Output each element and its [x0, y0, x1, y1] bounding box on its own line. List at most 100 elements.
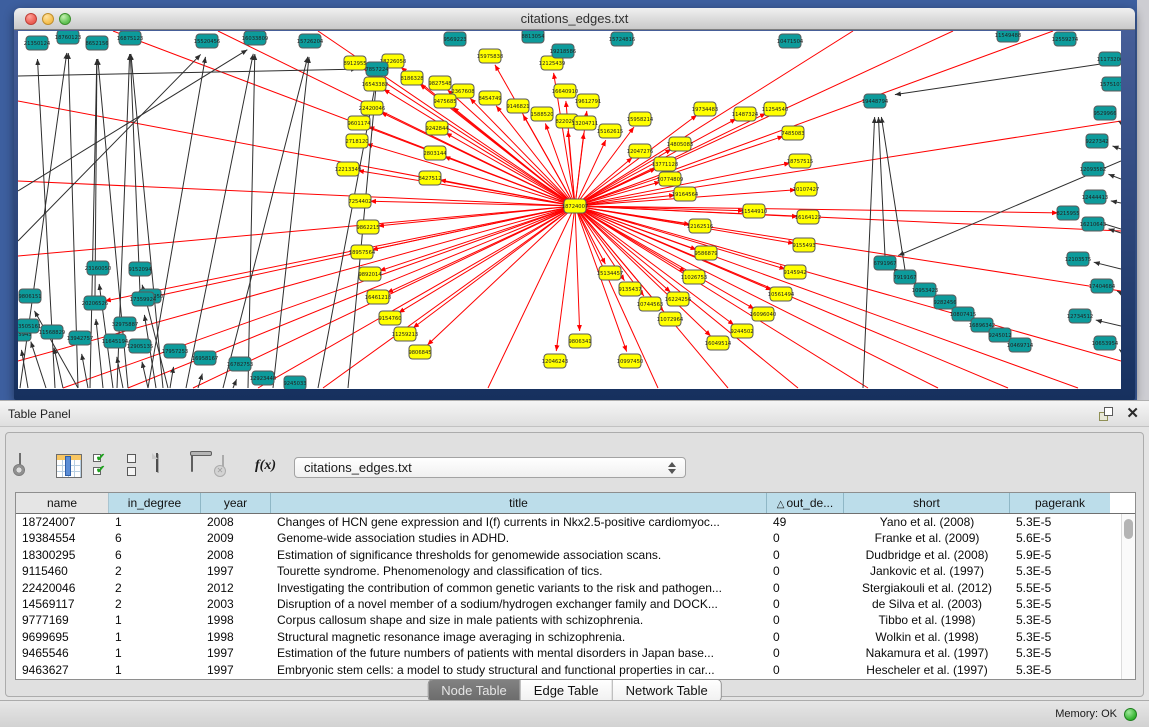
network-node[interactable]: 16096040	[750, 307, 776, 321]
network-node[interactable]: 18724007	[562, 199, 588, 213]
network-node[interactable]: 15134457	[597, 266, 623, 280]
tab-edge-table[interactable]: Edge Table	[520, 680, 612, 701]
network-node[interactable]: 18957564	[349, 245, 376, 259]
new-document-icon[interactable]	[156, 453, 158, 472]
network-node[interactable]: 9827548	[428, 76, 451, 90]
table-row[interactable]: 1872400712008Changes of HCN gene express…	[16, 514, 1121, 530]
network-node[interactable]: 15520456	[194, 34, 220, 48]
network-node[interactable]: 32975887	[112, 317, 138, 331]
network-node[interactable]: 16049514	[705, 336, 732, 350]
network-node[interactable]: 11549488	[995, 31, 1021, 42]
table-settings-icon[interactable]	[19, 454, 21, 472]
table-row[interactable]: 1938455462009Genome-wide association stu…	[16, 530, 1121, 546]
trash-icon[interactable]	[191, 453, 193, 472]
network-node[interactable]: 12923448	[250, 371, 276, 385]
table-column-icon[interactable]	[56, 454, 82, 478]
network-node[interactable]: 23160050	[85, 261, 111, 275]
network-node[interactable]: 12047276	[627, 144, 653, 158]
network-node[interactable]: 13505161	[18, 319, 41, 333]
network-node[interactable]: 11026753	[681, 270, 707, 284]
table-row[interactable]: 1456911722003Disruption of a novel membe…	[16, 596, 1121, 612]
network-node[interactable]: 11259213	[392, 327, 418, 341]
function-icon[interactable]: f(x)	[255, 458, 276, 474]
network-node[interactable]: 16210643	[1080, 217, 1106, 231]
network-node[interactable]: 9806845	[408, 345, 431, 359]
network-node[interactable]: 12905135	[127, 339, 153, 353]
network-node[interactable]: 13942757	[67, 331, 93, 345]
network-canvas[interactable]: 1872400789129551822605816543382818632898…	[18, 31, 1121, 389]
network-node[interactable]: 10469714	[1007, 338, 1034, 352]
network-node[interactable]: 1588520	[530, 107, 553, 121]
tab-node-table[interactable]: Node Table	[428, 680, 520, 701]
network-node[interactable]: 12093582	[1080, 162, 1106, 176]
network-node[interactable]: 9586879	[694, 246, 717, 260]
network-node[interactable]: 22420046	[359, 101, 385, 115]
network-node[interactable]: 8215955	[1056, 206, 1079, 220]
network-node[interactable]: 9601174	[347, 116, 371, 130]
network-node[interactable]: 19218586	[550, 44, 576, 58]
network-node[interactable]: 10774809	[657, 172, 683, 186]
network-node[interactable]: 12046243	[542, 354, 568, 368]
network-node[interactable]: 9135437	[618, 282, 641, 296]
network-node[interactable]: 15975838	[477, 49, 503, 63]
column-header-name[interactable]: name	[16, 493, 109, 513]
network-node[interactable]: 8427512	[418, 171, 441, 185]
network-node[interactable]: 16543382	[362, 77, 388, 91]
network-node[interactable]: 15162615	[597, 124, 623, 138]
network-node[interactable]: 12213349	[335, 162, 361, 176]
network-node[interactable]: 9862215	[356, 220, 379, 234]
network-node[interactable]: 21350124	[24, 36, 51, 50]
network-node[interactable]: 9227342	[1085, 134, 1108, 148]
network-node[interactable]: 12559274	[1052, 32, 1079, 46]
network-node[interactable]: 16640910	[552, 84, 578, 98]
network-node[interactable]: 7857224	[365, 62, 389, 76]
network-node[interactable]: 7254402	[348, 194, 371, 208]
network-node[interactable]: 9806341	[568, 334, 591, 348]
column-header-short[interactable]: short	[844, 493, 1010, 513]
network-node[interactable]: 9152094	[128, 262, 152, 276]
column-header-in-degree[interactable]: in_degree	[109, 493, 201, 513]
float-panel-icon[interactable]	[1099, 407, 1113, 421]
network-node[interactable]: 11568829	[39, 325, 65, 339]
close-panel-icon[interactable]: ✕	[1126, 404, 1139, 424]
network-window-titlebar[interactable]: citations_edges.txt	[14, 8, 1135, 30]
network-node[interactable]: 10471504	[777, 34, 804, 48]
network-node[interactable]: 11254540	[762, 102, 788, 116]
network-nodes[interactable]: 1872400789129551822605816543382818632898…	[18, 31, 1121, 389]
table-row[interactable]: 946362711997Embryonic stem cells: a mode…	[16, 662, 1121, 678]
network-node[interactable]: 9529966	[1093, 106, 1116, 120]
network-node[interactable]: 18757515	[787, 154, 813, 168]
network-node[interactable]: 9475685	[433, 94, 456, 108]
network-node[interactable]: 10953423	[912, 283, 938, 297]
network-node[interactable]: 16224256	[665, 292, 691, 306]
network-node[interactable]: 11487324	[732, 107, 759, 121]
network-node[interactable]: 16033809	[242, 31, 268, 45]
column-header-year[interactable]: year	[201, 493, 271, 513]
column-header-out-degree[interactable]: △out_de...	[767, 493, 844, 513]
network-node[interactable]: 9569223	[443, 32, 466, 46]
network-node[interactable]: 17957253	[162, 344, 188, 358]
network-node[interactable]: 10653954	[1092, 336, 1119, 350]
network-node[interactable]: 9145942	[783, 265, 806, 279]
network-node[interactable]: 10997450	[617, 354, 643, 368]
network-node[interactable]: 9282456	[933, 295, 956, 309]
network-node[interactable]: 13204711	[572, 116, 598, 130]
network-node[interactable]: 16461218	[365, 290, 391, 304]
network-node[interactable]: 9242844	[425, 121, 449, 135]
tab-network-table[interactable]: Network Table	[612, 680, 721, 701]
network-node[interactable]: 8186328	[400, 71, 423, 85]
network-node[interactable]: 7485083	[781, 126, 804, 140]
network-node[interactable]: 9245033	[283, 376, 306, 389]
table-row[interactable]: 969969511998Structural magnetic resonanc…	[16, 629, 1121, 645]
network-node[interactable]: 16958167	[192, 351, 218, 365]
network-node[interactable]: 20206526	[82, 296, 108, 310]
network-node[interactable]: 17404684	[1089, 279, 1116, 293]
network-node[interactable]: 8652156	[85, 36, 108, 50]
network-node[interactable]: 15751074	[1100, 77, 1121, 91]
network-node[interactable]: 12734512	[1067, 309, 1093, 323]
network-node[interactable]: 2803144	[423, 146, 447, 160]
network-node[interactable]: 9155493	[792, 238, 815, 252]
network-node[interactable]: 16782753	[227, 357, 253, 371]
network-node[interactable]: 12162516	[687, 219, 713, 233]
network-node[interactable]: 14805083	[667, 137, 693, 151]
